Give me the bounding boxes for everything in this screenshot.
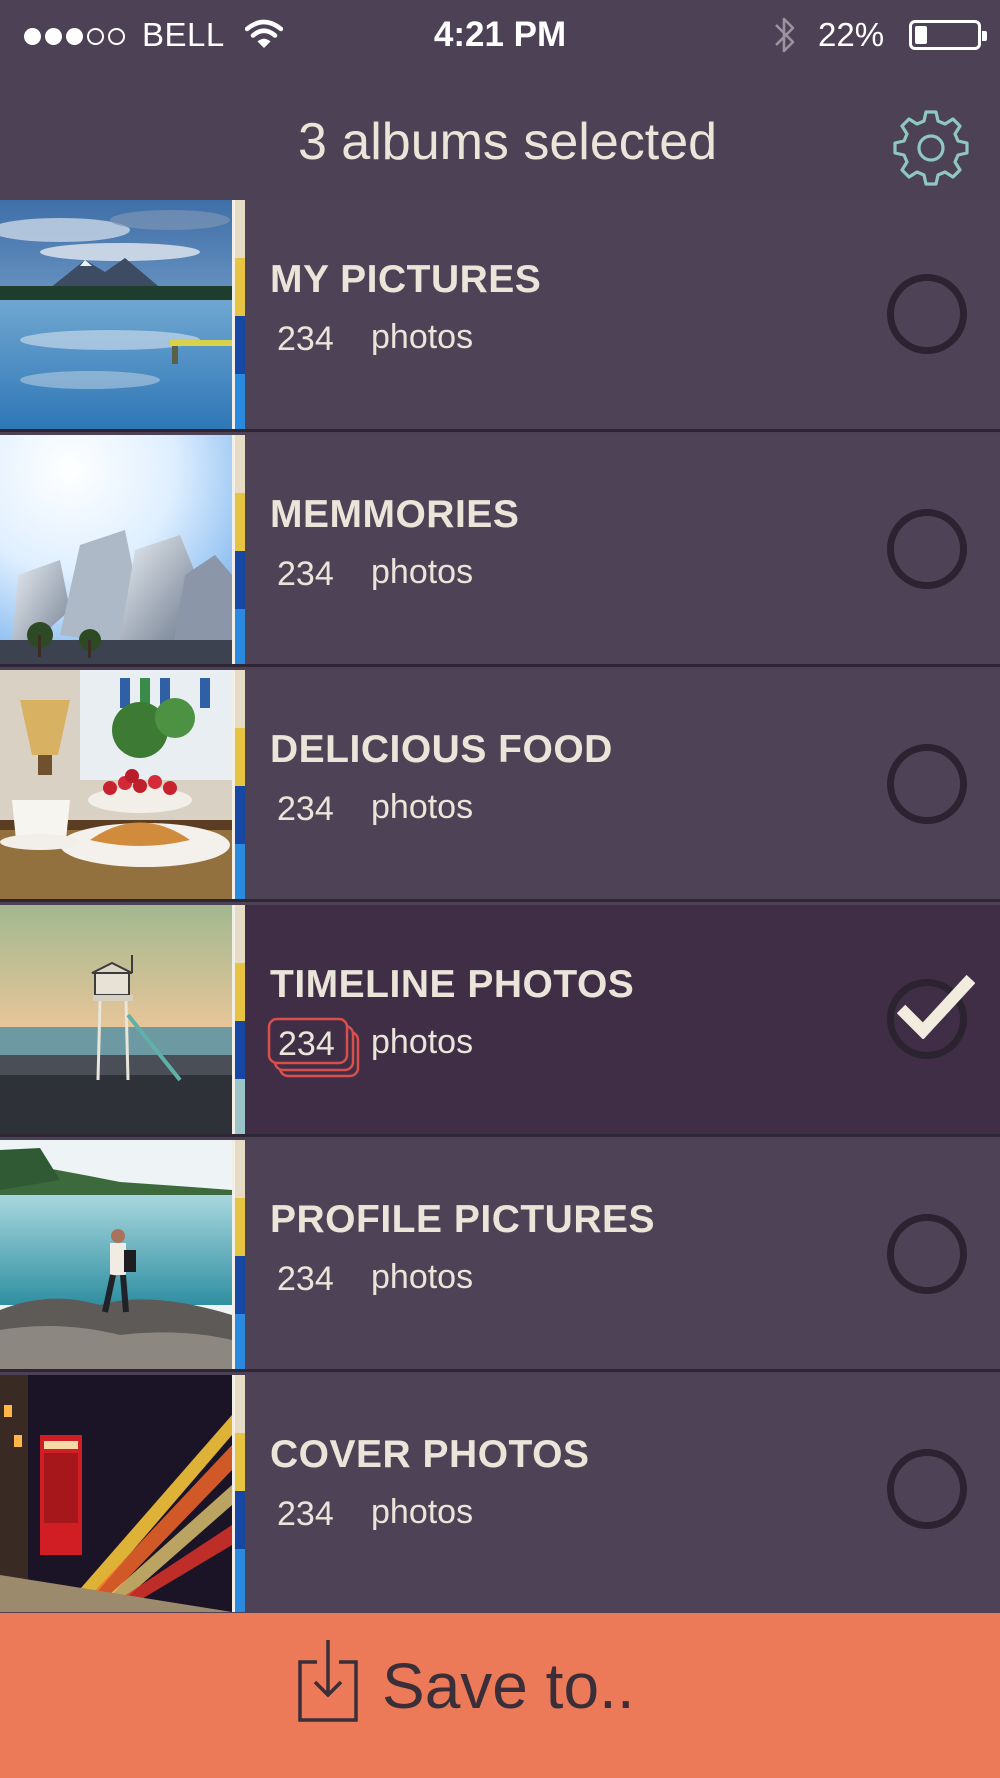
photo-count: 234: [277, 320, 334, 358]
photo-count: 234: [277, 555, 334, 593]
gear-icon[interactable]: [890, 106, 972, 188]
album-row[interactable]: MEMMORIES 234 photos: [0, 435, 1000, 667]
album-thumbnail: [0, 1140, 232, 1369]
photo-count-label: photos: [371, 1023, 474, 1061]
photo-count: 234: [278, 1025, 335, 1063]
color-stripe: [235, 200, 245, 429]
album-title: MY PICTURES: [270, 258, 542, 301]
checkmark-icon: [897, 974, 975, 1039]
color-stripe: [235, 670, 245, 899]
photo-count: 234: [277, 1260, 334, 1298]
battery-percentage: 22%: [818, 16, 885, 53]
album-title: COVER PHOTOS: [270, 1433, 590, 1476]
select-radio[interactable]: [887, 509, 967, 589]
album-row[interactable]: TIMELINE PHOTOS 234 photos: [0, 905, 1000, 1137]
color-stripe: [235, 435, 245, 664]
album-row[interactable]: DELICIOUS FOOD 234 photos: [0, 670, 1000, 902]
battery-nub: [982, 31, 987, 41]
select-radio[interactable]: [887, 274, 967, 354]
bluetooth-icon: [775, 17, 795, 53]
status-bar: BELL 4:21 PM 22%: [0, 0, 1000, 72]
album-row[interactable]: MY PICTURES 234 photos: [0, 200, 1000, 432]
photo-count-label: photos: [371, 1493, 474, 1531]
photo-count-label: photos: [371, 1258, 474, 1296]
battery-fill: [915, 26, 927, 44]
select-radio[interactable]: [887, 1449, 967, 1529]
album-row[interactable]: PROFILE PICTURES 234 photos: [0, 1140, 1000, 1372]
color-stripe: [235, 1140, 245, 1369]
battery-icon: [909, 20, 987, 50]
album-title: MEMMORIES: [270, 493, 520, 536]
album-thumbnail: [0, 200, 232, 429]
download-icon[interactable]: [297, 1637, 359, 1723]
page-title: 3 albums selected: [297, 113, 718, 171]
select-radio[interactable]: [887, 744, 967, 824]
photo-count: 234: [277, 790, 334, 828]
album-title: DELICIOUS FOOD: [270, 728, 613, 771]
album-thumbnail: [0, 670, 232, 899]
photo-count-label: photos: [371, 788, 474, 826]
album-thumbnail: [0, 435, 232, 664]
color-stripe: [235, 1375, 245, 1612]
album-title: TIMELINE PHOTOS: [270, 963, 635, 1006]
photo-count-label: photos: [371, 553, 474, 591]
album-thumbnail: [0, 905, 232, 1134]
save-to-label[interactable]: Save to..: [382, 1649, 635, 1723]
album-thumbnail: [0, 1375, 232, 1612]
album-title: PROFILE PICTURES: [270, 1198, 656, 1241]
color-stripe: [235, 905, 245, 1134]
photo-count: 234: [277, 1495, 334, 1533]
album-row[interactable]: COVER PHOTOS 234 photos: [0, 1375, 1000, 1612]
app-screen: BELL 4:21 PM 22% 3 albums selected MY PI…: [0, 0, 1000, 1778]
select-radio[interactable]: [887, 1214, 967, 1294]
photo-count-label: photos: [371, 318, 474, 356]
